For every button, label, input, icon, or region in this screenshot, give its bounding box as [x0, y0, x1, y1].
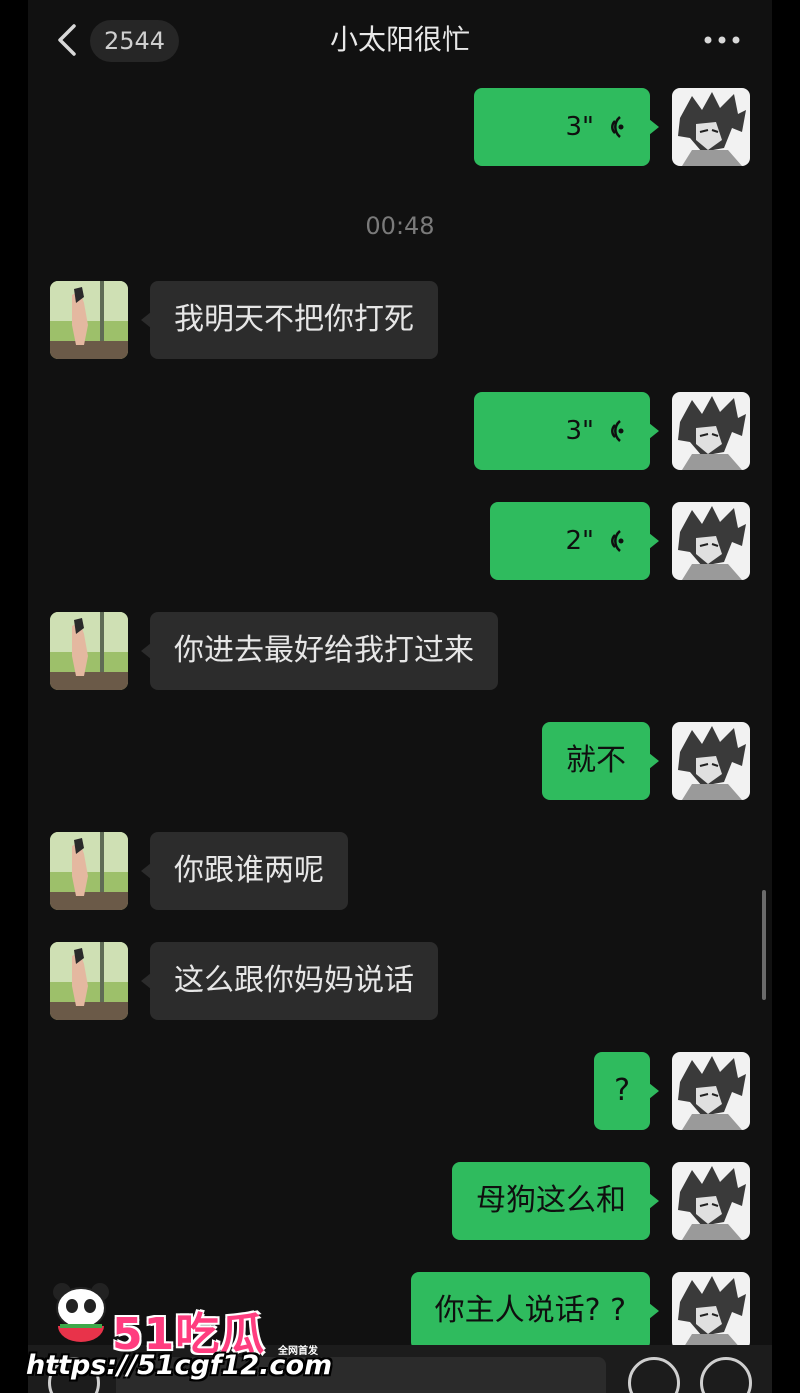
- voice-wave-icon: [611, 530, 624, 552]
- contact-avatar[interactable]: [50, 942, 128, 1020]
- text-message-bubble[interactable]: 母狗这么和: [452, 1162, 659, 1240]
- panda-mascot-icon: [53, 1283, 109, 1342]
- text-message-bubble[interactable]: 你主人说话? ?: [410, 1272, 660, 1350]
- more-horizontal-icon[interactable]: [702, 30, 742, 50]
- my-avatar[interactable]: [672, 88, 750, 166]
- text-message-bubble[interactable]: 你跟谁两呢: [141, 832, 348, 910]
- contact-avatar[interactable]: [50, 612, 128, 690]
- message-row: 3": [28, 88, 772, 166]
- watermark: 51吃瓜 全网首发 https://51cgf12.com: [22, 1278, 332, 1393]
- message-row: 3": [28, 392, 772, 470]
- message-row: 2": [28, 502, 772, 580]
- watermark-url: https://51cgf12.com: [26, 1350, 333, 1381]
- my-avatar[interactable]: [672, 1272, 750, 1350]
- my-avatar[interactable]: [672, 1162, 750, 1240]
- my-avatar[interactable]: [672, 1052, 750, 1130]
- message-row: ?: [28, 1052, 772, 1130]
- text-message-bubble[interactable]: 就不: [542, 722, 659, 800]
- my-avatar[interactable]: [672, 392, 750, 470]
- voice-duration: 3": [565, 112, 594, 142]
- message-row: 这么跟你妈妈说话: [28, 942, 772, 1020]
- voice-message-bubble[interactable]: 3": [474, 392, 659, 470]
- voice-wave-icon: [611, 420, 624, 442]
- message-row: 你进去最好给我打过来: [28, 612, 772, 690]
- voice-message-bubble[interactable]: 3": [474, 88, 659, 166]
- text-message-bubble[interactable]: 你进去最好给我打过来: [141, 612, 498, 690]
- chat-title: 小太阳很忙: [329, 23, 470, 56]
- contact-avatar[interactable]: [50, 281, 128, 359]
- scrollbar[interactable]: [762, 890, 766, 1000]
- message-row: 就不: [28, 722, 772, 800]
- plus-icon[interactable]: [700, 1357, 752, 1393]
- voice-message-bubble[interactable]: 2": [490, 502, 659, 580]
- message-row: 你跟谁两呢: [28, 832, 772, 910]
- message-row: 母狗这么和: [28, 1162, 772, 1240]
- text-message-bubble[interactable]: 我明天不把你打死: [141, 281, 438, 359]
- message-row: 我明天不把你打死: [28, 281, 772, 359]
- emoji-icon[interactable]: [628, 1357, 680, 1393]
- chat-header: 2544 小太阳很忙: [28, 0, 772, 80]
- chat-screen: 2544 小太阳很忙 3" 00:48 我明天不把你打死 3" 2" 你进去最好…: [28, 0, 772, 1393]
- voice-wave-icon: [611, 116, 624, 138]
- my-avatar[interactable]: [672, 502, 750, 580]
- timestamp: 00:48: [365, 212, 435, 240]
- my-avatar[interactable]: [672, 722, 750, 800]
- voice-duration: 3": [565, 416, 594, 446]
- text-message-bubble[interactable]: 这么跟你妈妈说话: [141, 942, 438, 1020]
- contact-avatar[interactable]: [50, 832, 128, 910]
- text-message-bubble[interactable]: ?: [594, 1052, 659, 1130]
- voice-duration: 2": [565, 526, 594, 556]
